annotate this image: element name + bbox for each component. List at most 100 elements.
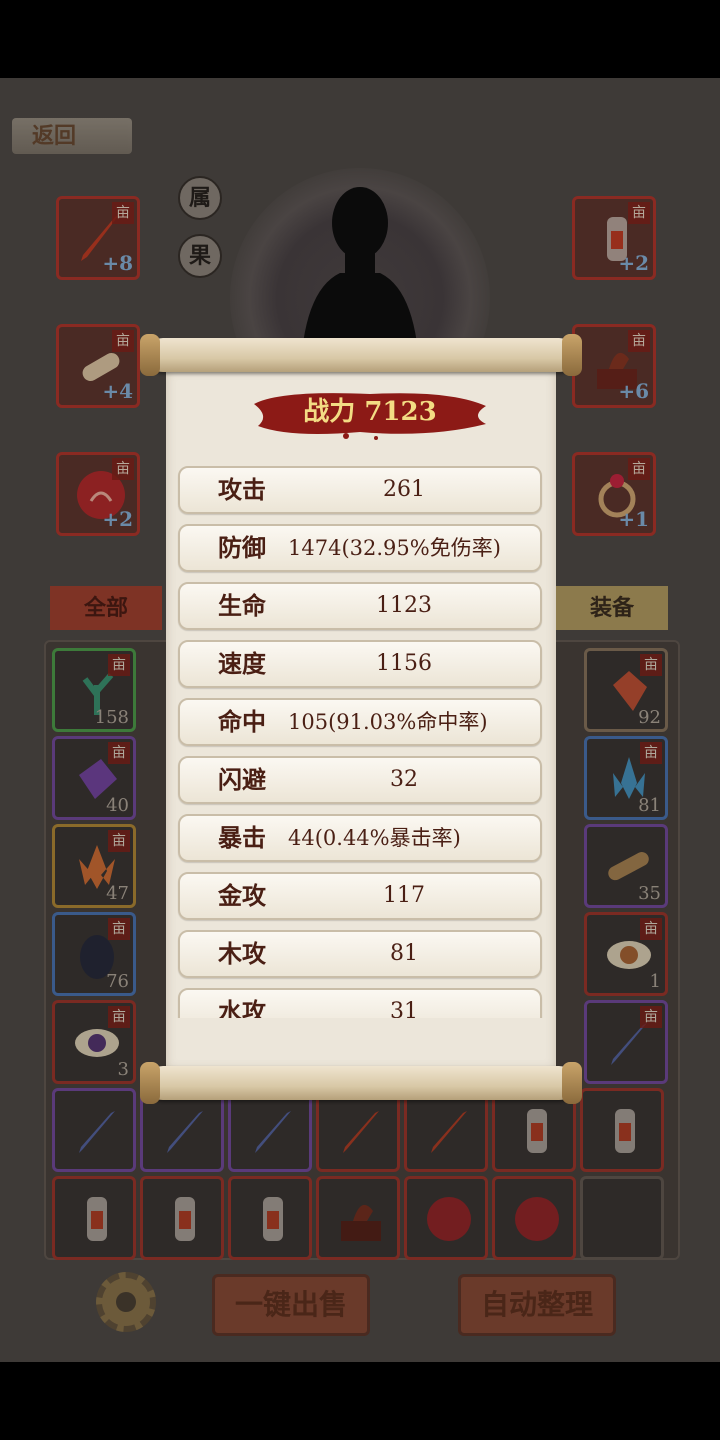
enhance-level: +6 [618,379,649,403]
item-count: 76 [106,971,129,992]
empty-slot[interactable] [580,1176,664,1260]
inventory-item[interactable] [228,1088,312,1172]
enhance-level: +2 [618,251,649,275]
stat-label: 木攻 [218,939,266,968]
equip-slot-orb[interactable]: 亩 +2 [56,452,140,536]
attribute-button[interactable]: 属 [178,176,222,220]
inventory-item[interactable]: 亩 1 [584,912,668,996]
scroll-rod-top [140,334,582,376]
item-count: 158 [94,707,129,728]
stat-value: 81 [390,941,418,966]
quality-tag: 亩 [108,654,130,676]
inventory-item[interactable] [580,1088,664,1172]
stat-value: 117 [383,883,425,908]
stat-row-hp: 生命 1123 [178,582,542,630]
one-click-sell-button[interactable]: 一键出售 [212,1274,370,1336]
quality-tag: 亩 [112,458,134,480]
inventory-item[interactable]: 亩 81 [584,736,668,820]
inventory-item[interactable] [228,1176,312,1260]
quality-tag: 亩 [640,1006,662,1028]
inventory-item[interactable] [404,1088,488,1172]
inventory-item[interactable]: 亩 3 [52,1000,136,1084]
inventory-item[interactable]: 亩 158 [52,648,136,732]
quality-tag: 亩 [112,202,134,224]
inventory-item[interactable] [52,1176,136,1260]
equip-slot-weapon[interactable]: 亩 +8 [56,196,140,280]
stat-label: 生命 [218,591,266,620]
tab-all[interactable]: 全部 [50,586,162,630]
inventory-item[interactable] [52,1088,136,1172]
stat-row-wood-attack: 木攻 81 [178,930,542,978]
armor-warrior-icon [175,1197,195,1241]
tab-equipment[interactable]: 装备 [556,586,668,630]
armor-warrior-icon [527,1109,547,1153]
dragon-altar-icon [341,1204,381,1241]
item-count: 92 [638,707,661,728]
inventory-item[interactable]: 亩 76 [52,912,136,996]
power-banner: 战力 7123 [250,386,490,440]
quality-tag: 亩 [108,830,130,852]
blue-sword-icon [167,1111,203,1153]
stat-row-hit: 命中 105(91.03%命中率) [178,698,542,746]
item-count: 35 [638,883,661,904]
blue-sword-icon [79,1111,115,1153]
scroll-rod-bottom [140,1062,582,1104]
quality-tag: 亩 [112,330,134,352]
armor-warrior-icon [615,1109,635,1153]
blue-sword-icon [255,1111,291,1153]
stat-label: 防御 [218,533,266,562]
quality-tag: 亩 [108,918,130,940]
inventory-item[interactable]: 亩 92 [584,648,668,732]
stat-label: 金攻 [218,881,266,910]
stat-row-dodge: 闪避 32 [178,756,542,804]
back-button[interactable]: 返回 [12,118,132,154]
stat-row-attack: 攻击 261 [178,466,542,514]
combat-power: 战力 7123 [303,397,437,427]
item-count: 40 [106,795,129,816]
quality-tag: 亩 [628,202,650,224]
quality-tag: 亩 [628,330,650,352]
inventory-item[interactable]: 亩 40 [52,736,136,820]
stat-value: 31 [390,999,418,1018]
stat-value: 1123 [376,593,432,618]
quality-tag: 亩 [108,742,130,764]
settings-gear-icon[interactable] [96,1272,156,1332]
inventory-item[interactable] [316,1088,400,1172]
stat-label: 命中 [218,707,266,736]
quality-tag: 亩 [108,1006,130,1028]
stat-value: 1156 [376,651,432,676]
stats-list[interactable]: 攻击 261 防御 1474(32.95%免伤率) 生命 1123 速度 115… [176,462,546,1018]
red-orb-icon [427,1197,471,1241]
item-count: 47 [106,883,129,904]
stat-row-speed: 速度 1156 [178,640,542,688]
inventory-item[interactable]: 35 [584,824,668,908]
equip-slot-armor[interactable]: 亩 +2 [572,196,656,280]
enhance-level: +1 [618,507,649,531]
fruit-button[interactable]: 果 [178,234,222,278]
equip-slot-ring[interactable]: 亩 +1 [572,452,656,536]
equip-slot-scroll[interactable]: 亩 +4 [56,324,140,408]
inventory-item[interactable] [316,1176,400,1260]
inventory-item[interactable] [140,1176,224,1260]
auto-sort-button[interactable]: 自动整理 [458,1274,616,1336]
stat-label: 速度 [218,649,266,678]
inventory-item[interactable] [404,1176,488,1260]
stat-value: 44(0.44%暴击率) [288,826,461,850]
stat-label: 暴击 [218,823,266,852]
inventory-item[interactable]: 亩 47 [52,824,136,908]
enhance-level: +2 [102,507,133,531]
inventory-item[interactable] [492,1176,576,1260]
stat-value: 105(91.03%命中率) [288,710,488,734]
red-sword-icon [343,1111,379,1153]
quality-tag: 亩 [640,654,662,676]
armor-warrior-icon [87,1197,107,1241]
stat-value: 1474(32.95%免伤率) [288,536,501,560]
stat-label: 闪避 [218,765,266,794]
stat-row-metal-attack: 金攻 117 [178,872,542,920]
quality-tag: 亩 [640,742,662,764]
item-count: 1 [649,971,661,992]
stat-row-water-attack: 水攻 31 [178,988,542,1018]
inventory-item[interactable]: 亩 [584,1000,668,1084]
equip-slot-altar[interactable]: 亩 +6 [572,324,656,408]
red-orb-icon [515,1197,559,1241]
